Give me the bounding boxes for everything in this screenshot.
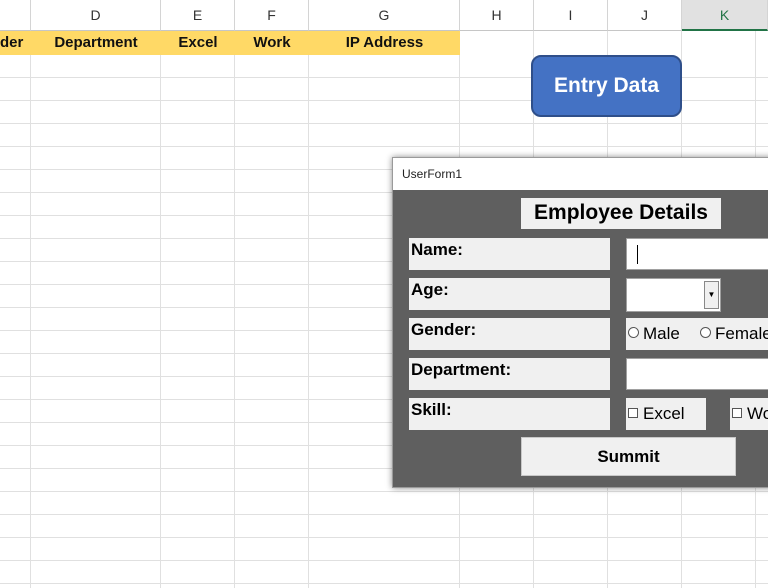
column-header-e[interactable]: E bbox=[161, 0, 235, 31]
age-label: Age: bbox=[409, 278, 610, 310]
header-cell-ip-address[interactable]: IP Address bbox=[309, 31, 460, 55]
text-caret bbox=[637, 245, 638, 264]
checkbox-icon bbox=[732, 408, 742, 418]
skill-option-excel-content: Excel bbox=[628, 404, 685, 424]
column-header-i[interactable]: I bbox=[534, 0, 608, 31]
grid-line bbox=[160, 31, 161, 588]
department-label: Department: bbox=[409, 358, 610, 390]
gender-option-male[interactable]: Male bbox=[628, 324, 680, 344]
column-header-g[interactable]: G bbox=[309, 0, 460, 31]
column-header-c[interactable] bbox=[0, 0, 31, 31]
skill-option-label: Wo bbox=[747, 404, 768, 423]
checkbox-icon bbox=[628, 408, 638, 418]
userform-body: Employee Details Name: Age: ▼ Gender: Ma… bbox=[393, 190, 768, 487]
skill-option-label: Excel bbox=[643, 404, 685, 423]
gender-option-label: Female bbox=[715, 324, 768, 343]
column-header-d[interactable]: D bbox=[31, 0, 161, 31]
skill-option-word-content: Wo bbox=[732, 404, 768, 424]
department-input[interactable] bbox=[626, 358, 768, 390]
userform-dialog: UserForm1 Employee Details Name: Age: ▼ … bbox=[392, 157, 768, 488]
name-input[interactable] bbox=[626, 238, 768, 270]
gender-option-group: Male Female bbox=[626, 318, 768, 350]
grid-line bbox=[308, 31, 309, 588]
column-header-k[interactable]: K bbox=[682, 0, 768, 31]
age-combobox[interactable]: ▼ bbox=[626, 278, 721, 312]
header-cell-excel[interactable]: Excel bbox=[161, 31, 235, 55]
summit-button[interactable]: Summit bbox=[521, 437, 736, 476]
radio-icon bbox=[628, 327, 639, 338]
userform-titlebar[interactable]: UserForm1 bbox=[393, 158, 768, 190]
skill-option-excel[interactable]: Excel bbox=[626, 398, 706, 430]
header-cell-work[interactable]: Work bbox=[235, 31, 309, 55]
grid-line bbox=[234, 31, 235, 588]
header-cell-department[interactable]: Department bbox=[31, 31, 161, 55]
grid-line bbox=[30, 31, 31, 588]
header-cell-gender[interactable]: der bbox=[0, 31, 31, 55]
dropdown-arrow-icon[interactable]: ▼ bbox=[704, 281, 719, 309]
entry-data-button[interactable]: Entry Data bbox=[531, 55, 682, 117]
gender-option-label: Male bbox=[643, 324, 680, 343]
name-label: Name: bbox=[409, 238, 610, 270]
column-header-f[interactable]: F bbox=[235, 0, 309, 31]
gender-label: Gender: bbox=[409, 318, 610, 350]
skill-option-word[interactable]: Wo bbox=[730, 398, 768, 430]
form-title: Employee Details bbox=[521, 198, 721, 229]
column-header-j[interactable]: J bbox=[608, 0, 682, 31]
radio-icon bbox=[700, 327, 711, 338]
userform-window-title: UserForm1 bbox=[402, 167, 463, 181]
skill-label: Skill: bbox=[409, 398, 610, 430]
column-header-h[interactable]: H bbox=[460, 0, 534, 31]
gender-option-female[interactable]: Female bbox=[700, 324, 768, 344]
